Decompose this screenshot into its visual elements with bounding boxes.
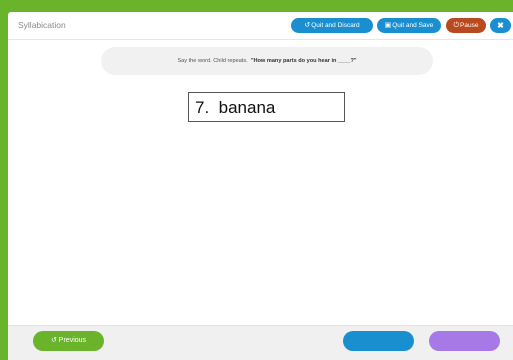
quit-and-save-label: Quit and Save [392, 22, 434, 29]
quit-and-save-button[interactable]: ▣Quit and Save [377, 18, 441, 33]
instruction-lead: Say the word. Child repeats. [177, 58, 248, 64]
top-bar: Syllabication ↺Quit and Discard ▣Quit an… [8, 12, 513, 40]
previous-button[interactable]: ↺ Previous [33, 331, 104, 351]
save-icon: ▣ [384, 22, 392, 29]
power-icon: ⏻ [453, 22, 460, 29]
main-panel: Syllabication ↺Quit and Discard ▣Quit an… [8, 12, 513, 360]
item-number: 7. [195, 98, 210, 117]
item-word: banana [218, 98, 276, 117]
quit-and-discard-button[interactable]: ↺Quit and Discard [291, 18, 373, 33]
pause-label: Pause [460, 22, 479, 29]
quit-and-discard-label: Quit and Discard [311, 22, 360, 29]
page-title: Syllabication [18, 20, 66, 30]
pause-button[interactable]: ⏻Pause [446, 18, 486, 33]
instruction-bubble: Say the word. Child repeats. "How many p… [101, 47, 433, 75]
previous-label: Previous [58, 337, 87, 344]
purple-action-button[interactable] [429, 331, 500, 351]
footer-bar: ↺ Previous [8, 325, 513, 360]
instruction-question: "How many parts do you hear in ____?" [250, 58, 357, 64]
word-card: 7. banana [188, 92, 345, 122]
close-icon: ✖ [497, 21, 504, 30]
undo-icon: ↺ [50, 337, 57, 344]
close-button[interactable]: ✖ [490, 18, 511, 33]
undo-icon: ↺ [304, 22, 311, 29]
blue-action-button[interactable] [343, 331, 414, 351]
